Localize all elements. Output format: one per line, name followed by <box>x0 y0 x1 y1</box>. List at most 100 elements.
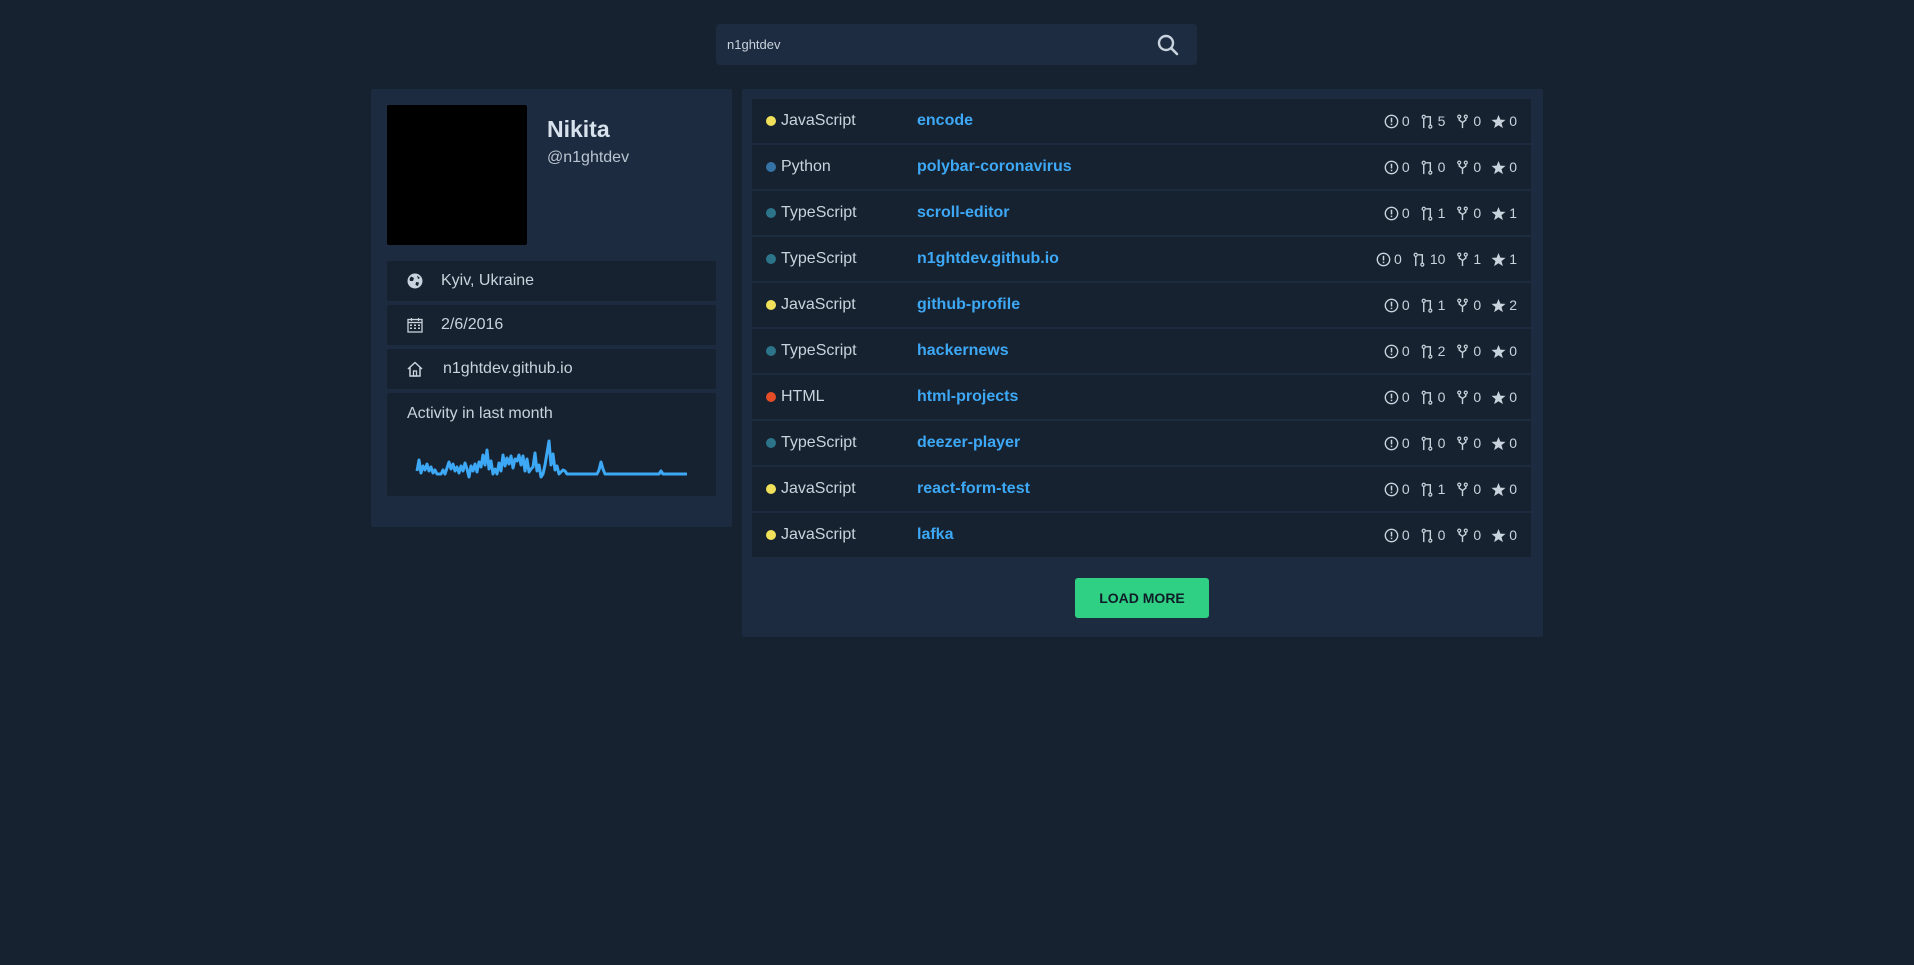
stars-stat: 0 <box>1491 435 1517 451</box>
forks-stat: 0 <box>1455 389 1481 405</box>
stars-stat: 0 <box>1491 527 1517 543</box>
issues-stat: 0 <box>1384 205 1410 221</box>
load-more-button[interactable]: LOAD MORE <box>1075 578 1209 618</box>
forks-count: 0 <box>1473 343 1482 359</box>
repo-name-link[interactable]: react-form-test <box>917 480 1030 498</box>
stars-count: 0 <box>1509 527 1517 543</box>
repo-name-link[interactable]: hackernews <box>917 342 1009 360</box>
prs-count: 0 <box>1437 159 1446 175</box>
language-dot <box>766 116 776 126</box>
pull-request-icon <box>1420 160 1438 175</box>
search-icon[interactable] <box>1156 33 1180 57</box>
stars-count: 1 <box>1509 251 1517 267</box>
forks-count: 0 <box>1473 205 1482 221</box>
issue-icon <box>1384 436 1402 451</box>
activity-title: Activity in last month <box>407 405 553 422</box>
repo-language: TypeScript <box>781 204 857 221</box>
prs-stat: 2 <box>1420 343 1446 359</box>
forks-stat: 0 <box>1455 527 1481 543</box>
search-input[interactable] <box>727 24 1147 65</box>
star-icon <box>1491 482 1509 497</box>
language-dot <box>766 254 776 264</box>
stars-count: 0 <box>1509 113 1517 129</box>
join-date-row: 2/6/2016 <box>387 305 716 345</box>
forks-stat: 0 <box>1455 297 1481 313</box>
issues-count: 0 <box>1401 389 1410 405</box>
repo-row[interactable]: TypeScript deezer-player 0 0 0 0 <box>752 421 1531 465</box>
home-icon <box>406 360 424 378</box>
forks-count: 0 <box>1473 113 1482 129</box>
repo-language: TypeScript <box>781 250 857 267</box>
repo-name-link[interactable]: n1ghtdev.github.io <box>917 250 1059 268</box>
forks-stat: 0 <box>1455 205 1481 221</box>
repo-name-link[interactable]: scroll-editor <box>917 204 1009 222</box>
language-dot <box>766 300 776 310</box>
repo-name-link[interactable]: github-profile <box>917 296 1020 314</box>
prs-count: 0 <box>1437 389 1446 405</box>
forks-count: 0 <box>1473 435 1482 451</box>
prs-count: 2 <box>1437 343 1446 359</box>
repo-row[interactable]: TypeScript scroll-editor 0 1 0 1 <box>752 191 1531 235</box>
pull-request-icon <box>1420 298 1438 313</box>
prs-count: 1 <box>1437 297 1446 313</box>
repo-stats: 0 1 0 2 <box>1374 297 1517 313</box>
issues-count: 0 <box>1401 205 1410 221</box>
repo-name-link[interactable]: deezer-player <box>917 434 1020 452</box>
repo-name-link[interactable]: polybar-coronavirus <box>917 158 1072 176</box>
issue-icon <box>1384 528 1402 543</box>
repo-row[interactable]: Python polybar-coronavirus 0 0 0 0 <box>752 145 1531 189</box>
repo-row[interactable]: TypeScript n1ghtdev.github.io 0 10 1 1 <box>752 237 1531 281</box>
repo-name-link[interactable]: html-projects <box>917 388 1018 406</box>
website-row[interactable]: n1ghtdev.github.io <box>387 349 716 389</box>
prs-count: 0 <box>1437 527 1446 543</box>
language-dot <box>766 530 776 540</box>
repo-language: TypeScript <box>781 434 857 451</box>
repo-name-link[interactable]: encode <box>917 112 973 130</box>
prs-stat: 0 <box>1420 527 1446 543</box>
star-icon <box>1491 114 1509 129</box>
activity-panel: Activity in last month <box>387 393 716 496</box>
fork-icon <box>1455 252 1473 267</box>
prs-stat: 0 <box>1420 159 1446 175</box>
repo-row[interactable]: JavaScript lafka 0 0 0 0 <box>752 513 1531 557</box>
star-icon <box>1491 390 1509 405</box>
star-icon <box>1491 344 1509 359</box>
forks-count: 0 <box>1473 389 1482 405</box>
repo-language: JavaScript <box>781 296 856 313</box>
repo-row[interactable]: JavaScript encode 0 5 0 0 <box>752 99 1531 143</box>
prs-stat: 0 <box>1420 389 1446 405</box>
fork-icon <box>1455 390 1473 405</box>
repo-row[interactable]: JavaScript react-form-test 0 1 0 0 <box>752 467 1531 511</box>
stars-stat: 0 <box>1491 113 1517 129</box>
issues-count: 0 <box>1401 481 1410 497</box>
language-dot <box>766 346 776 356</box>
stars-count: 0 <box>1509 343 1517 359</box>
pull-request-icon <box>1420 206 1438 221</box>
repo-row[interactable]: JavaScript github-profile 0 1 0 2 <box>752 283 1531 327</box>
repo-row[interactable]: HTML html-projects 0 0 0 0 <box>752 375 1531 419</box>
stars-count: 0 <box>1509 481 1517 497</box>
issues-stat: 0 <box>1384 527 1410 543</box>
repo-row[interactable]: TypeScript hackernews 0 2 0 0 <box>752 329 1531 373</box>
repo-stats: 0 0 0 0 <box>1374 159 1517 175</box>
forks-count: 0 <box>1473 527 1482 543</box>
pull-request-icon <box>1420 390 1438 405</box>
issues-count: 0 <box>1394 251 1402 267</box>
prs-stat: 1 <box>1420 297 1446 313</box>
search-bar <box>716 24 1197 65</box>
fork-icon <box>1455 160 1473 175</box>
repo-stats: 0 10 1 1 <box>1366 251 1517 267</box>
prs-count: 1 <box>1437 481 1446 497</box>
website-link[interactable]: n1ghtdev.github.io <box>443 360 573 378</box>
repo-language: JavaScript <box>781 480 856 497</box>
fork-icon <box>1455 206 1473 221</box>
stars-stat: 2 <box>1491 297 1517 313</box>
join-date-text: 2/6/2016 <box>441 316 504 333</box>
prs-stat: 1 <box>1420 205 1445 221</box>
repo-name-link[interactable]: lafka <box>917 526 953 544</box>
stars-count: 2 <box>1509 297 1517 313</box>
stars-stat: 0 <box>1491 481 1517 497</box>
profile-card: Nikita @n1ghtdev Kyiv, Ukraine 2/6/2016 … <box>371 89 732 527</box>
repo-list: JavaScript encode 0 5 0 0 Python polybar-corona… <box>742 89 1543 637</box>
repo-language: JavaScript <box>781 526 856 543</box>
